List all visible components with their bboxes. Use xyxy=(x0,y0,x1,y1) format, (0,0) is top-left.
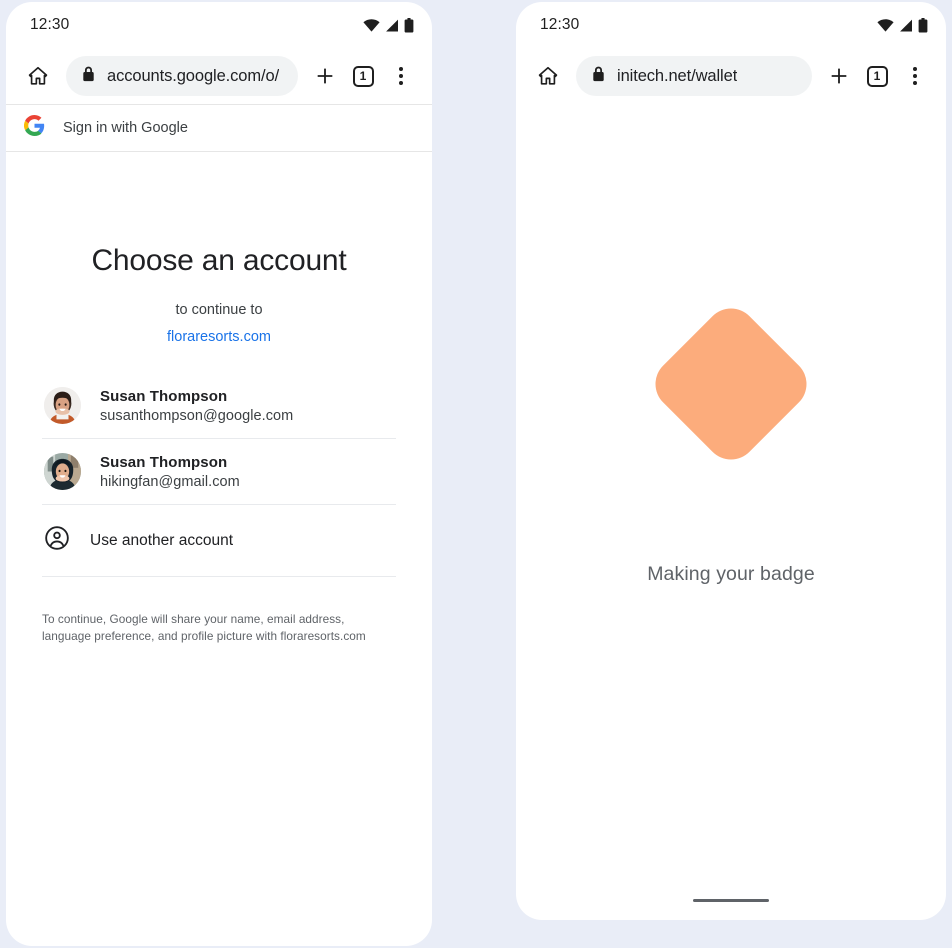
account-circle-icon xyxy=(44,525,70,556)
lock-icon xyxy=(82,66,95,87)
account-details: Susan Thompson susanthompson@google.com xyxy=(100,388,293,424)
consent-disclaimer: To continue, Google will share your name… xyxy=(42,612,366,644)
avatar xyxy=(44,453,81,490)
account-name: Susan Thompson xyxy=(100,453,228,471)
account-email: susanthompson@google.com xyxy=(100,407,294,424)
cellular-signal-icon xyxy=(899,19,913,32)
account-email: hikingfan@gmail.com xyxy=(100,473,240,490)
status-bar-right: 12:30 xyxy=(516,2,946,48)
tab-count: 1 xyxy=(352,65,374,87)
tab-switcher-button[interactable]: 1 xyxy=(858,57,896,95)
wallet-loading-screen: Making your badge xyxy=(516,104,946,920)
phone-left: 12:30 accounts.google.com/o/ 1 Sign in w… xyxy=(6,2,432,946)
browser-toolbar-left: accounts.google.com/o/ 1 xyxy=(6,48,432,104)
wallet-status-text: Making your badge xyxy=(647,563,815,585)
lock-icon xyxy=(592,66,605,87)
address-bar-url: accounts.google.com/o/ xyxy=(107,66,280,85)
account-list: Susan Thompson susanthompson@google.com xyxy=(42,373,396,577)
avatar xyxy=(44,387,81,424)
continue-label: to continue to xyxy=(175,302,263,318)
page-title: Choose an account xyxy=(91,244,347,277)
overflow-menu-icon[interactable] xyxy=(896,57,934,95)
screenshot-stage: 12:30 accounts.google.com/o/ 1 Sign in w… xyxy=(0,0,952,948)
status-time: 12:30 xyxy=(540,16,580,33)
kebab-dots xyxy=(399,66,403,86)
home-indicator[interactable] xyxy=(693,898,769,902)
use-another-account-label: Use another account xyxy=(90,531,234,549)
new-tab-button[interactable] xyxy=(820,57,858,95)
google-signin-header: Sign in with Google xyxy=(6,104,432,152)
status-icons xyxy=(363,17,414,33)
address-bar-left[interactable]: accounts.google.com/o/ xyxy=(66,56,298,96)
home-icon[interactable] xyxy=(530,58,566,94)
status-icons xyxy=(877,17,928,33)
address-bar-url: initech.net/wallet xyxy=(617,66,738,85)
google-g-icon xyxy=(24,115,45,141)
account-name: Susan Thompson xyxy=(100,387,228,405)
google-signin-label: Sign in with Google xyxy=(63,120,188,136)
tab-switcher-button[interactable]: 1 xyxy=(344,57,382,95)
overflow-menu-icon[interactable] xyxy=(382,57,420,95)
kebab-dots xyxy=(913,66,917,86)
home-icon[interactable] xyxy=(20,58,56,94)
status-time: 12:30 xyxy=(30,16,70,33)
account-chooser: Choose an account to continue to florare… xyxy=(6,244,432,646)
use-another-account-row[interactable]: Use another account xyxy=(42,505,396,577)
status-bar-left: 12:30 xyxy=(6,2,432,48)
wifi-icon xyxy=(877,18,894,32)
phone-right: 12:30 initech.net/wallet 1 Making your b… xyxy=(516,2,946,920)
new-tab-button[interactable] xyxy=(306,57,344,95)
cellular-signal-icon xyxy=(385,19,399,32)
address-bar-right[interactable]: initech.net/wallet xyxy=(576,56,812,96)
battery-icon xyxy=(404,17,414,33)
account-row[interactable]: Susan Thompson susanthompson@google.com xyxy=(42,373,396,439)
browser-toolbar-right: initech.net/wallet 1 xyxy=(516,48,946,104)
battery-icon xyxy=(918,17,928,33)
wifi-icon xyxy=(363,18,380,32)
account-details: Susan Thompson hikingfan@gmail.com xyxy=(100,454,240,490)
badge-placeholder-shape xyxy=(644,297,818,471)
tab-count: 1 xyxy=(866,65,888,87)
account-row[interactable]: Susan Thompson hikingfan@gmail.com xyxy=(42,439,396,505)
target-domain-link[interactable]: floraresorts.com xyxy=(42,329,396,345)
